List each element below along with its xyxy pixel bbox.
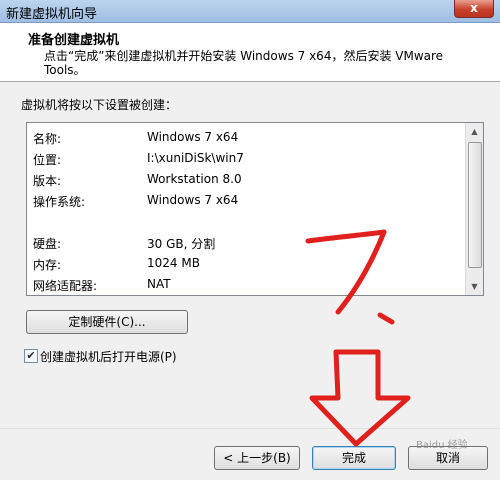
summary-row: 版本: Workstation 8.0 [33, 172, 453, 192]
summary-key: 硬盘: [33, 237, 62, 251]
page-heading: 准备创建虚拟机 [28, 33, 120, 48]
close-button[interactable]: x [454, 0, 494, 18]
summary-scrollbar[interactable]: ▲ ▼ [465, 123, 483, 295]
summary-row: 网络适配器: NAT [33, 277, 453, 295]
close-icon: x [470, 1, 478, 15]
summary-value: Windows 7 x64 [147, 130, 239, 144]
watermark-logo: Baidu 经验 [416, 440, 468, 451]
title-bar: 新建虚拟机向导 x [0, 0, 500, 23]
power-on-checkbox[interactable]: ✔ [24, 349, 38, 363]
back-button[interactable]: < 上一步(B) [214, 446, 300, 470]
summary-row [33, 214, 453, 234]
summary-value: 1024 MB [147, 256, 200, 270]
finish-button[interactable]: 完成 [312, 446, 396, 470]
power-on-label: 创建虚拟机后打开电源(P) [40, 350, 177, 364]
settings-summary-box[interactable]: 名称: Windows 7 x64 位置: I:\xuniDiSk\win7 版… [26, 122, 484, 296]
summary-row: 操作系统: Windows 7 x64 [33, 193, 453, 213]
summary-key: 操作系统: [33, 195, 86, 209]
summary-row: 名称: Windows 7 x64 [33, 130, 453, 150]
summary-key: 版本: [33, 174, 62, 188]
wizard-body: 虚拟机将按以下设置被创建： 名称: Windows 7 x64 位置: I:\x… [0, 82, 500, 428]
window-title: 新建虚拟机向导 [6, 7, 98, 22]
wizard-header: 准备创建虚拟机 点击“完成”来创建虚拟机并开始安装 Windows 7 x64，… [0, 23, 500, 82]
scroll-up-icon[interactable]: ▲ [466, 123, 483, 140]
summary-key: 名称: [33, 132, 62, 146]
summary-value: Workstation 8.0 [147, 172, 242, 186]
summary-row: 硬盘: 30 GB, 分割 [33, 235, 453, 255]
summary-key: 内存: [33, 258, 62, 272]
customize-hardware-button[interactable]: 定制硬件(C)... [26, 310, 188, 334]
summary-row: 位置: I:\xuniDiSk\win7 [33, 151, 453, 171]
summary-row: 内存: 1024 MB [33, 256, 453, 276]
scroll-down-icon[interactable]: ▼ [466, 278, 483, 295]
settings-summary-list: 名称: Windows 7 x64 位置: I:\xuniDiSk\win7 版… [27, 123, 465, 295]
summary-key: 网络适配器: [33, 279, 98, 293]
summary-value: NAT [147, 277, 171, 291]
scrollbar-thumb[interactable] [468, 142, 482, 268]
page-description: 点击“完成”来创建虚拟机并开始安装 Windows 7 x64，然后安装 VMw… [44, 49, 444, 77]
summary-value: 30 GB, 分割 [147, 237, 216, 251]
summary-value: I:\xuniDiSk\win7 [147, 151, 244, 165]
summary-key: 位置: [33, 153, 62, 167]
summary-value: Windows 7 x64 [147, 193, 239, 207]
summary-label: 虚拟机将按以下设置被创建： [21, 98, 178, 112]
